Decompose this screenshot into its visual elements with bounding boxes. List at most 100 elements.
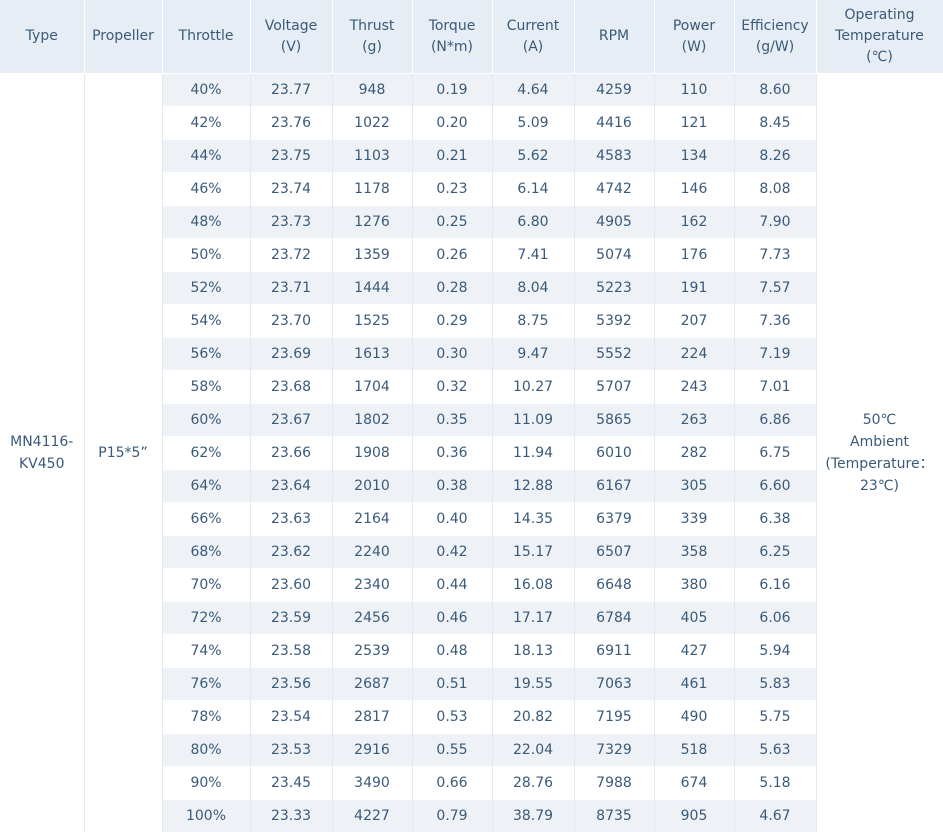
voltage-cell: 23.73 [250,206,332,239]
efficiency-cell: 5.83 [734,668,816,701]
throttle-cell: 42% [162,107,250,140]
torque-cell: 0.32 [412,371,492,404]
voltage-cell: 23.75 [250,140,332,173]
rpm-cell: 4583 [574,140,654,173]
torque-cell: 0.46 [412,602,492,635]
efficiency-cell: 6.25 [734,536,816,569]
voltage-cell: 23.70 [250,305,332,338]
throttle-cell: 66% [162,503,250,536]
efficiency-cell: 7.73 [734,239,816,272]
torque-cell: 0.55 [412,734,492,767]
power-cell: 905 [654,800,734,832]
thrust-cell: 2456 [332,602,412,635]
current-cell: 8.04 [492,272,574,305]
column-header-line: (g/W) [737,37,814,58]
torque-cell: 0.51 [412,668,492,701]
efficiency-cell: 7.57 [734,272,816,305]
voltage-cell: 23.45 [250,767,332,800]
efficiency-cell: 5.63 [734,734,816,767]
column-header-line: Propeller [87,26,160,47]
torque-cell: 0.40 [412,503,492,536]
thrust-cell: 2164 [332,503,412,536]
torque-cell: 0.20 [412,107,492,140]
torque-cell: 0.38 [412,470,492,503]
thrust-cell: 2687 [332,668,412,701]
throttle-cell: 78% [162,701,250,734]
rpm-cell: 6911 [574,635,654,668]
voltage-cell: 23.71 [250,272,332,305]
column-header-line: (W) [657,37,732,58]
current-cell: 14.35 [492,503,574,536]
efficiency-cell: 7.01 [734,371,816,404]
current-cell: 7.41 [492,239,574,272]
column-header-line: (V) [253,37,330,58]
power-cell: 243 [654,371,734,404]
rpm-cell: 5552 [574,338,654,371]
power-cell: 405 [654,602,734,635]
rpm-cell: 5707 [574,371,654,404]
voltage-cell: 23.67 [250,404,332,437]
column-header-line: Throttle [165,26,248,47]
rpm-cell: 6507 [574,536,654,569]
current-cell: 17.17 [492,602,574,635]
voltage-cell: 23.63 [250,503,332,536]
torque-cell: 0.42 [412,536,492,569]
power-cell: 339 [654,503,734,536]
voltage-cell: 23.60 [250,569,332,602]
thrust-cell: 1802 [332,404,412,437]
rpm-cell: 4742 [574,173,654,206]
power-cell: 282 [654,437,734,470]
torque-cell: 0.44 [412,569,492,602]
throttle-cell: 70% [162,569,250,602]
efficiency-cell: 5.75 [734,701,816,734]
efficiency-cell: 6.06 [734,602,816,635]
throttle-cell: 68% [162,536,250,569]
current-cell: 8.75 [492,305,574,338]
rpm-cell: 6167 [574,470,654,503]
torque-cell: 0.30 [412,338,492,371]
voltage-cell: 23.56 [250,668,332,701]
power-cell: 176 [654,239,734,272]
column-header-line: Temperature [819,26,941,47]
column-header-rpm: RPM [574,0,654,74]
column-header-operating-temperature: OperatingTemperature(℃) [816,0,943,74]
motor-type-cell: MN4116-KV450 [0,74,84,832]
power-cell: 207 [654,305,734,338]
thrust-cell: 4227 [332,800,412,832]
throttle-cell: 80% [162,734,250,767]
power-cell: 224 [654,338,734,371]
torque-cell: 0.23 [412,173,492,206]
thrust-cell: 2817 [332,701,412,734]
voltage-cell: 23.72 [250,239,332,272]
throttle-cell: 58% [162,371,250,404]
thrust-cell: 3490 [332,767,412,800]
table-body: MN4116-KV450P15*5”40%23.779480.194.64425… [0,74,943,832]
column-header-line: Voltage [253,16,330,37]
current-cell: 20.82 [492,701,574,734]
column-header-power: Power(W) [654,0,734,74]
power-cell: 427 [654,635,734,668]
voltage-cell: 23.68 [250,371,332,404]
table-header: TypePropellerThrottleVoltage(V)Thrust(g)… [0,0,943,74]
torque-cell: 0.35 [412,404,492,437]
motor-type-cell-line: KV450 [0,453,84,475]
column-header-line: Power [657,16,732,37]
thrust-cell: 2010 [332,470,412,503]
torque-cell: 0.53 [412,701,492,734]
thrust-cell: 1613 [332,338,412,371]
rpm-cell: 4416 [574,107,654,140]
thrust-cell: 1276 [332,206,412,239]
voltage-cell: 23.53 [250,734,332,767]
power-cell: 263 [654,404,734,437]
current-cell: 5.09 [492,107,574,140]
thrust-cell: 1525 [332,305,412,338]
voltage-cell: 23.76 [250,107,332,140]
column-header-thrust: Thrust(g) [332,0,412,74]
efficiency-cell: 6.86 [734,404,816,437]
efficiency-cell: 8.60 [734,74,816,107]
rpm-cell: 7195 [574,701,654,734]
power-cell: 110 [654,74,734,107]
current-cell: 15.17 [492,536,574,569]
current-cell: 22.04 [492,734,574,767]
throttle-cell: 64% [162,470,250,503]
